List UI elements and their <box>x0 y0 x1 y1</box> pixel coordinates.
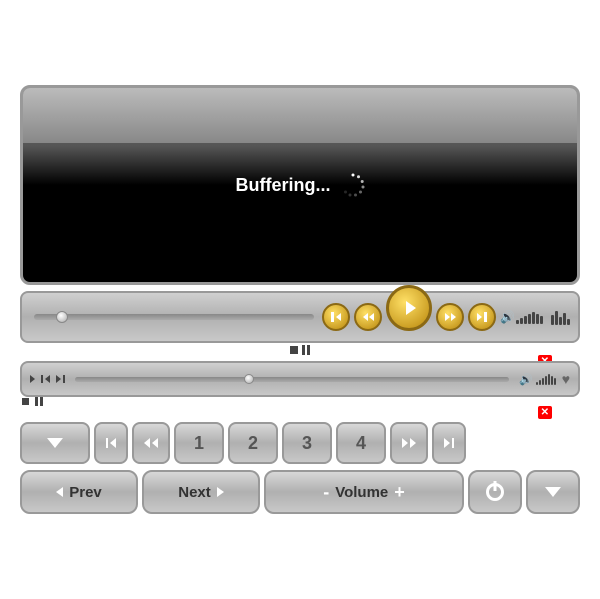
num-next-button[interactable] <box>432 422 466 464</box>
next-button[interactable] <box>468 303 496 331</box>
num-3-label: 3 <box>302 433 312 454</box>
power-button[interactable] <box>468 470 522 514</box>
sec-next-button[interactable] <box>56 375 65 383</box>
fastforward-button[interactable] <box>436 303 464 331</box>
next-nav-button[interactable]: Next <box>142 470 260 514</box>
bottom-dropdown-button[interactable] <box>526 470 580 514</box>
power-icon <box>486 483 504 501</box>
buffering-container: Buffering... <box>236 173 365 197</box>
num-2-label: 2 <box>248 433 258 454</box>
sec-volume-control[interactable]: 🔊 <box>519 373 556 386</box>
prev-nav-label: Prev <box>69 484 102 501</box>
favorite-button[interactable]: ♥ <box>562 371 570 387</box>
num-4-label: 4 <box>356 433 366 454</box>
stop-pause-row <box>20 345 580 355</box>
prev-nav-icon <box>56 487 63 497</box>
num-ff-button[interactable] <box>390 422 428 464</box>
next-icon <box>477 312 487 322</box>
volume-minus-button[interactable]: - <box>323 482 329 503</box>
sec-vol-bars <box>536 373 556 385</box>
eq-button[interactable] <box>551 309 570 325</box>
bottom-buttons-row: Prev Next - Volume + <box>20 470 580 514</box>
volume-control[interactable]: 🔊 <box>500 310 543 324</box>
num-2-button[interactable]: 2 <box>228 422 278 464</box>
rewind-button[interactable] <box>354 303 382 331</box>
prev-button[interactable] <box>322 303 350 331</box>
sec-play-icon <box>30 375 35 383</box>
num-3-button[interactable]: 3 <box>282 422 332 464</box>
sec-pause-icon[interactable] <box>35 397 43 406</box>
spinner-icon <box>341 173 365 197</box>
sec-progress-bar[interactable] <box>75 377 509 382</box>
num-1-button[interactable]: 1 <box>174 422 224 464</box>
sec-prev-button[interactable] <box>41 375 50 383</box>
volume-label: Volume <box>335 484 388 501</box>
sec-stop-pause-row <box>22 397 580 406</box>
volume-plus-button[interactable]: + <box>394 482 405 503</box>
next-nav-icon <box>217 487 224 497</box>
num-rewind-button[interactable] <box>132 422 170 464</box>
num-next-icon <box>444 438 454 448</box>
num-rewind-icon <box>144 438 158 448</box>
main-controls-bar: 🔊 <box>20 291 580 343</box>
sec-mute-icon[interactable]: ✕ <box>538 402 552 420</box>
secondary-controls-bar: 🔊 ♥ <box>20 361 580 397</box>
number-buttons-row: 1 2 3 4 <box>20 422 580 464</box>
play-icon <box>406 301 416 315</box>
volume-bars <box>516 310 543 324</box>
num-ff-icon <box>402 438 416 448</box>
prev-icon <box>331 312 341 322</box>
progress-bar[interactable] <box>34 314 314 320</box>
num-prev-button[interactable] <box>94 422 128 464</box>
dropdown-button[interactable] <box>20 422 90 464</box>
bottom-dropdown-icon <box>545 487 561 497</box>
media-player: Buffering... <box>20 85 580 514</box>
rewind-icon <box>363 313 374 321</box>
fastforward-icon <box>445 313 456 321</box>
buffering-text: Buffering... <box>236 175 331 196</box>
video-screen: Buffering... <box>20 85 580 285</box>
sec-progress-knob[interactable] <box>244 374 254 384</box>
num-prev-icon <box>106 438 116 448</box>
num-1-label: 1 <box>194 433 204 454</box>
sec-play-button[interactable] <box>30 375 35 383</box>
sec-mute-x[interactable]: ✕ <box>538 406 552 419</box>
pause-icon[interactable] <box>302 345 310 355</box>
stop-icon[interactable] <box>290 346 298 354</box>
prev-arrows-icon <box>336 313 341 321</box>
prev-nav-button[interactable]: Prev <box>20 470 138 514</box>
play-button[interactable] <box>386 285 432 331</box>
next-nav-label: Next <box>178 484 211 501</box>
progress-knob[interactable] <box>56 311 68 323</box>
volume-group: - Volume + <box>264 470 464 514</box>
dropdown-icon <box>47 438 63 448</box>
num-4-button[interactable]: 4 <box>336 422 386 464</box>
sec-stop-icon[interactable] <box>22 398 29 405</box>
